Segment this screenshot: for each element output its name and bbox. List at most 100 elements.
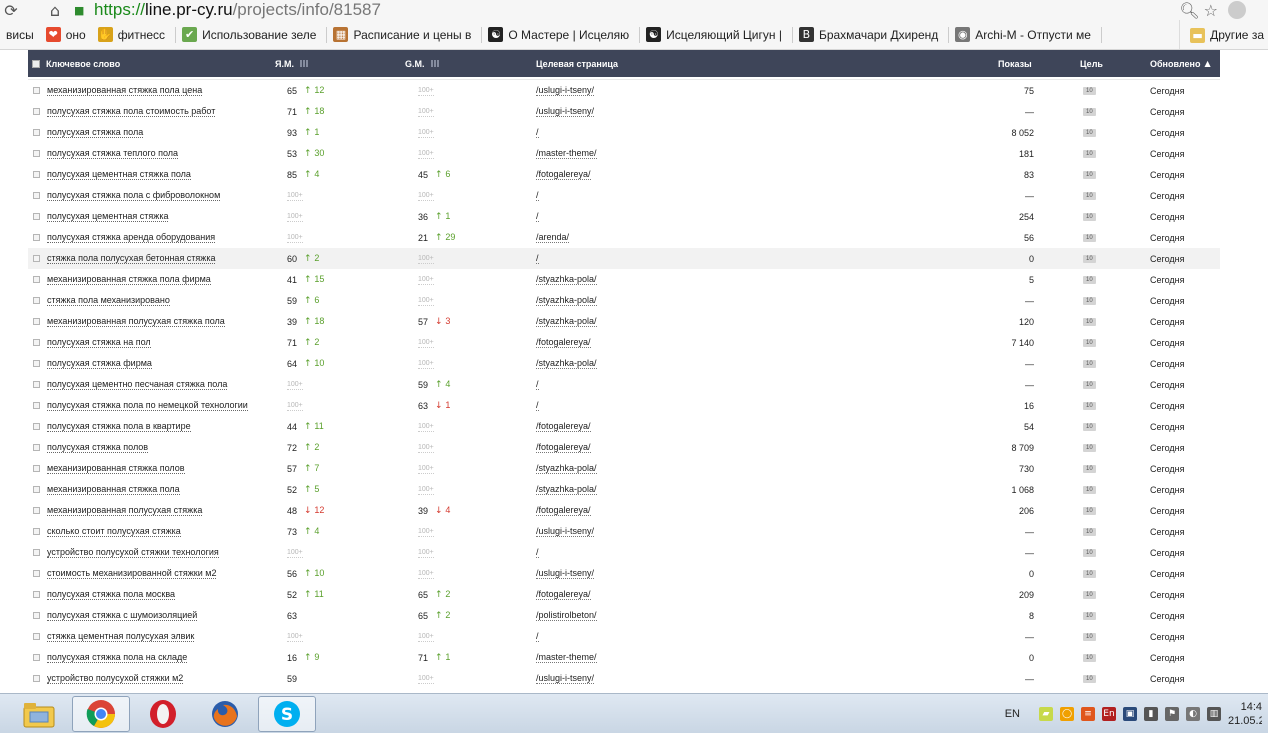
goal-badge[interactable]: 10	[1083, 674, 1096, 683]
gm-not-ranked[interactable]: 100+	[418, 632, 434, 642]
network-icon[interactable]: ▥	[1207, 707, 1221, 721]
row-checkbox[interactable]	[33, 591, 40, 598]
keyword-link[interactable]: механизированная стяжка полов	[47, 463, 185, 474]
home-icon[interactable]: ⌂	[44, 0, 66, 20]
tray-app-icon[interactable]: ▰	[1039, 707, 1053, 721]
bookmark-star-icon[interactable]: ☆	[1204, 1, 1218, 20]
gm-not-ranked[interactable]: 100+	[418, 149, 434, 159]
row-checkbox[interactable]	[33, 276, 40, 283]
gm-not-ranked[interactable]: 100+	[418, 338, 434, 348]
bookmark-item[interactable]: ✋ фитнесс	[92, 20, 171, 49]
target-page-link[interactable]: /	[536, 631, 539, 642]
goal-badge[interactable]: 10	[1083, 653, 1096, 662]
table-row[interactable]: полусухая стяжка пола на складе 16 ↑ 9 71 ↑ …	[28, 647, 1220, 668]
row-checkbox[interactable]	[33, 255, 40, 262]
header-keyword[interactable]: Ключевое слово	[32, 50, 120, 77]
target-page-link[interactable]: /	[536, 400, 539, 411]
table-row[interactable]: полусухая стяжка пола по немецкой технол…	[28, 395, 1220, 416]
zoom-icon[interactable]: 🔍︎	[1179, 1, 1199, 20]
gm-not-ranked[interactable]: 100+	[418, 485, 434, 495]
url-field[interactable]: ■ https:// line.pr-cy.ru /projects/info/…	[74, 0, 1224, 20]
goal-badge[interactable]: 10	[1083, 128, 1096, 137]
table-row[interactable]: стоимость механизированной стяжки м2 56 ↑ …	[28, 563, 1220, 584]
keyword-link[interactable]: полусухая стяжка пола с фиброволокном	[47, 190, 221, 201]
goal-badge[interactable]: 10	[1083, 590, 1096, 599]
taskbar-explorer[interactable]	[10, 696, 68, 732]
keyword-link[interactable]: полусухая стяжка на пол	[47, 337, 151, 348]
row-checkbox[interactable]	[33, 528, 40, 535]
target-page-link[interactable]: /styazhka-pola/	[536, 316, 597, 327]
target-page-link[interactable]: /	[536, 547, 539, 558]
goal-badge[interactable]: 10	[1083, 422, 1096, 431]
table-row[interactable]: стяжка пола полусухая бетонная стяжка 60 ↑…	[28, 248, 1220, 269]
target-page-link[interactable]: /	[536, 127, 539, 138]
target-page-link[interactable]: /uslugi-i-tseny/	[536, 85, 595, 96]
keyword-link[interactable]: полусухая стяжка пола стоимость работ	[47, 106, 216, 117]
keyword-link[interactable]: механизированная стяжка пола	[47, 484, 180, 495]
goal-badge[interactable]: 10	[1083, 401, 1096, 410]
table-row[interactable]: механизированная стяжка пола фирма 41 ↑ 15…	[28, 269, 1220, 290]
target-page-link[interactable]: /styazhka-pola/	[536, 295, 597, 306]
target-page-link[interactable]: /styazhka-pola/	[536, 463, 597, 474]
volume-icon[interactable]: ◐	[1186, 707, 1200, 721]
gm-not-ranked[interactable]: 100+	[418, 569, 434, 579]
table-row[interactable]: стяжка цементная полусухая элвик 100+ 100+…	[28, 626, 1220, 647]
row-checkbox[interactable]	[33, 318, 40, 325]
header-ym[interactable]: Я.М.	[275, 50, 308, 77]
row-checkbox[interactable]	[33, 675, 40, 682]
row-checkbox[interactable]	[33, 612, 40, 619]
row-checkbox[interactable]	[33, 486, 40, 493]
row-checkbox[interactable]	[33, 297, 40, 304]
ym-not-ranked[interactable]: 100+	[287, 632, 303, 642]
extension-icon[interactable]	[1228, 1, 1246, 19]
table-row[interactable]: сколько стоит полусухая стяжка 73 ↑ 4 100+ /…	[28, 521, 1220, 542]
table-row[interactable]: полусухая стяжка пола 93 ↑ 1 100+ / 8 052 10 Се…	[28, 122, 1220, 143]
taskbar-chrome[interactable]	[72, 696, 130, 732]
target-page-link[interactable]: /uslugi-i-tseny/	[536, 106, 595, 117]
goal-badge[interactable]: 10	[1083, 275, 1096, 284]
table-row[interactable]: полусухая стяжка пола стоимость работ 71 ↑…	[28, 101, 1220, 122]
bookmark-item[interactable]: ☯ О Мастере | Исцеляю	[482, 20, 635, 49]
goal-badge[interactable]: 10	[1083, 485, 1096, 494]
row-checkbox[interactable]	[33, 108, 40, 115]
row-checkbox[interactable]	[33, 570, 40, 577]
keyword-link[interactable]: полусухая стяжка пола в квартире	[47, 421, 191, 432]
table-row[interactable]: механизированная стяжка пола 52 ↑ 5 100+ /st…	[28, 479, 1220, 500]
row-checkbox[interactable]	[33, 507, 40, 514]
row-checkbox[interactable]	[33, 150, 40, 157]
target-page-link[interactable]: /	[536, 190, 539, 201]
header-shows[interactable]: Показы	[998, 50, 1032, 77]
table-row[interactable]: устройство полусухой стяжки технология 10…	[28, 542, 1220, 563]
goal-badge[interactable]: 10	[1083, 611, 1096, 620]
keyword-link[interactable]: полусухая стяжка пола на складе	[47, 652, 188, 663]
goal-badge[interactable]: 10	[1083, 86, 1096, 95]
goal-badge[interactable]: 10	[1083, 548, 1096, 557]
keyword-link[interactable]: полусухая стяжка теплого пола	[47, 148, 179, 159]
goal-badge[interactable]: 10	[1083, 149, 1096, 158]
table-row[interactable]: механизированная полусухая стяжка 48 ↓ 12 3…	[28, 500, 1220, 521]
table-row[interactable]: стяжка пола механизировано 59 ↑ 6 100+ /stya…	[28, 290, 1220, 311]
gm-not-ranked[interactable]: 100+	[418, 254, 434, 264]
bookmark-item[interactable]: висы	[0, 20, 40, 49]
keyword-link[interactable]: полусухая стяжка пола москва	[47, 589, 176, 600]
gm-not-ranked[interactable]: 100+	[418, 275, 434, 285]
row-checkbox[interactable]	[33, 423, 40, 430]
table-row[interactable]: полусухая цементно песчаная стяжка пола 1…	[28, 374, 1220, 395]
ym-not-ranked[interactable]: 100+	[287, 212, 303, 222]
goal-badge[interactable]: 10	[1083, 233, 1096, 242]
table-row[interactable]: механизированная стяжка пола цена 65 ↑ 12 1…	[28, 80, 1220, 101]
gm-not-ranked[interactable]: 100+	[418, 527, 434, 537]
row-checkbox[interactable]	[33, 192, 40, 199]
table-row[interactable]: полусухая стяжка фирма 64 ↑ 10 100+ /styazhk…	[28, 353, 1220, 374]
goal-badge[interactable]: 10	[1083, 380, 1096, 389]
target-page-link[interactable]: /styazhka-pola/	[536, 484, 597, 495]
keyword-link[interactable]: механизированная стяжка пола фирма	[47, 274, 211, 285]
table-row[interactable]: полусухая стяжка аренда оборудования 100+…	[28, 227, 1220, 248]
other-bookmarks[interactable]: ▬ Другие за	[1179, 20, 1268, 49]
select-all-checkbox[interactable]	[32, 59, 40, 68]
goal-badge[interactable]: 10	[1083, 506, 1096, 515]
goal-badge[interactable]: 10	[1083, 191, 1096, 200]
table-row[interactable]: полусухая стяжка пола в квартире 44 ↑ 11 10…	[28, 416, 1220, 437]
table-row[interactable]: полусухая стяжка с шумоизоляцией 63 65 ↑ 2 /…	[28, 605, 1220, 626]
ym-not-ranked[interactable]: 100+	[287, 191, 303, 201]
